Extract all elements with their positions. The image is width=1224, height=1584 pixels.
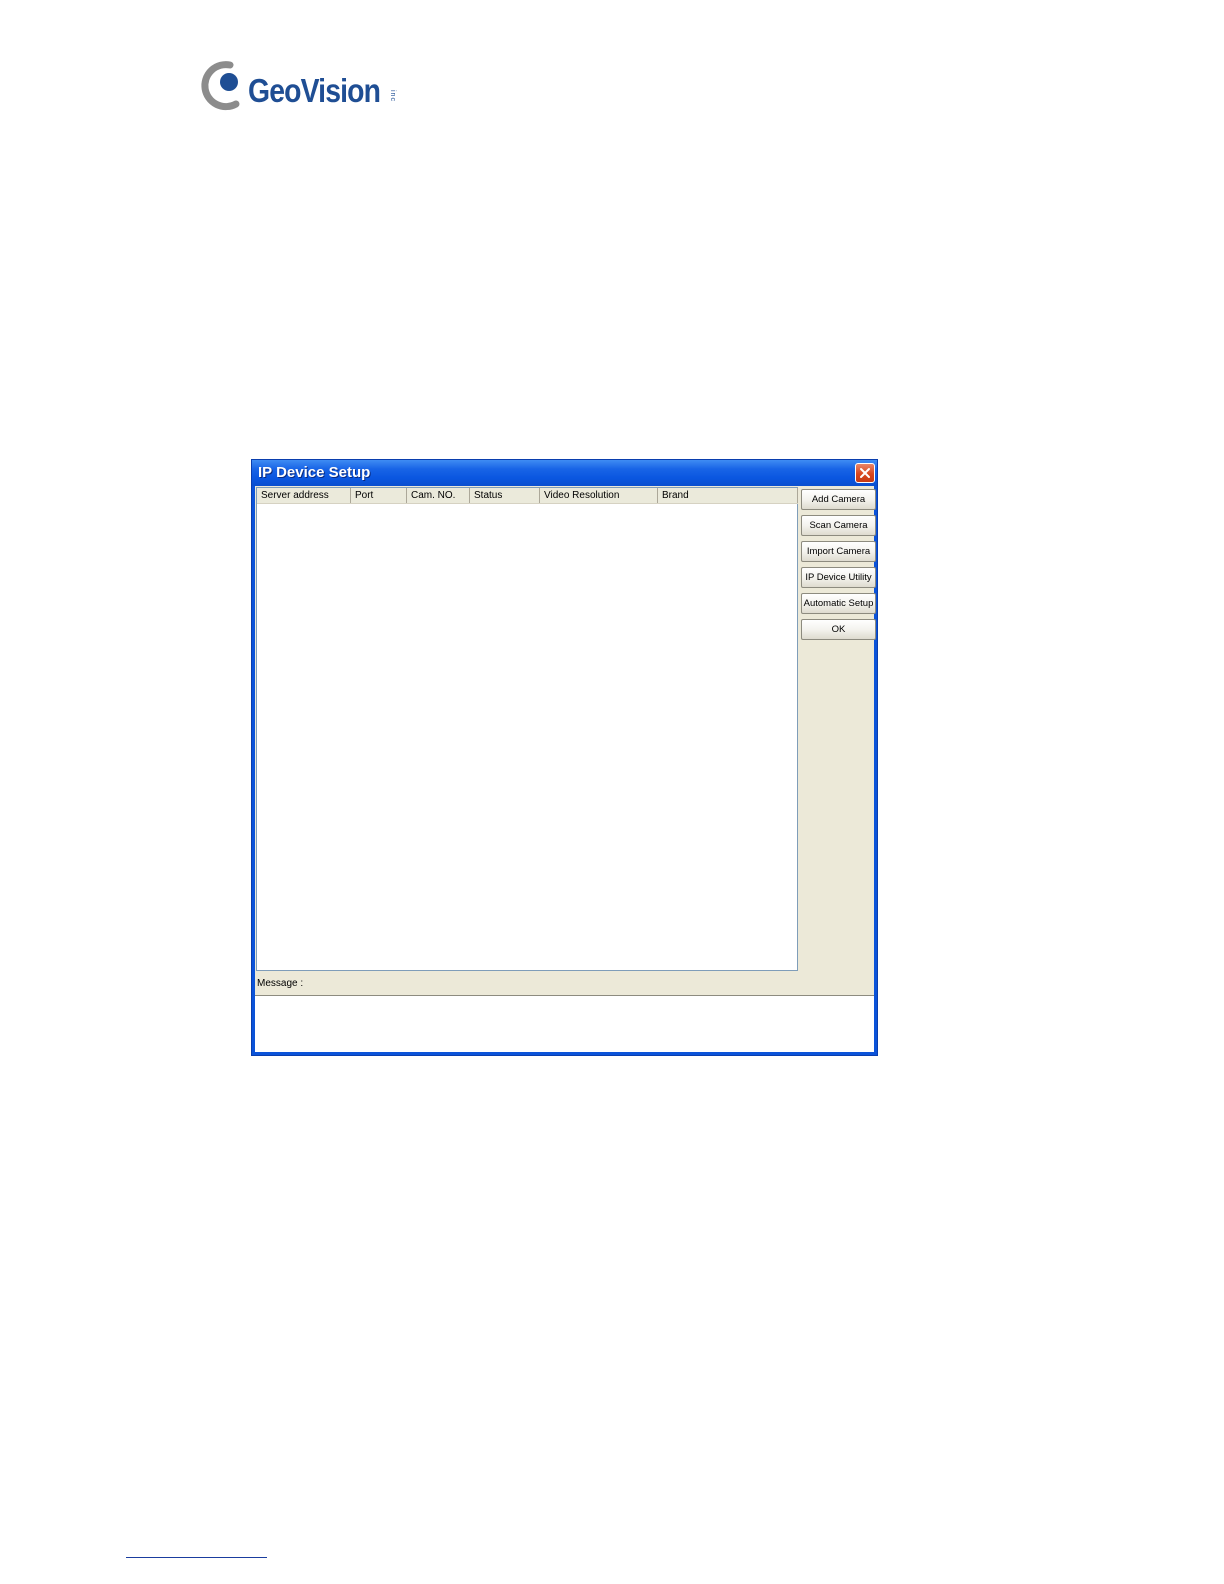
column-header-server-address[interactable]: Server address <box>257 488 351 503</box>
ip-device-setup-window: IP Device Setup Server address Port Cam.… <box>251 459 878 1056</box>
automatic-setup-button[interactable]: Automatic Setup <box>801 593 876 614</box>
column-header-port[interactable]: Port <box>351 488 407 503</box>
window-client-area: Server address Port Cam. NO. Status Vide… <box>255 486 876 1052</box>
message-box[interactable] <box>255 995 874 1052</box>
message-label: Message : <box>257 978 304 989</box>
geovision-logo-mark-icon <box>201 61 240 111</box>
ok-button[interactable]: OK <box>801 619 876 640</box>
import-camera-button[interactable]: Import Camera <box>801 541 876 562</box>
logo-suffix: inc <box>389 90 396 102</box>
close-button[interactable] <box>855 463 875 483</box>
scan-camera-button[interactable]: Scan Camera <box>801 515 876 536</box>
column-header-status[interactable]: Status <box>470 488 540 503</box>
column-header-cam-no[interactable]: Cam. NO. <box>407 488 470 503</box>
geovision-logo: GeoVision inc <box>200 60 410 116</box>
column-header-brand[interactable]: Brand <box>658 488 798 503</box>
title-bar[interactable]: IP Device Setup <box>252 460 877 486</box>
add-camera-button[interactable]: Add Camera <box>801 489 876 510</box>
device-list-header: Server address Port Cam. NO. Status Vide… <box>257 488 798 504</box>
ip-device-utility-button[interactable]: IP Device Utility <box>801 567 876 588</box>
window-title: IP Device Setup <box>258 464 371 481</box>
action-buttons: Add Camera Scan Camera Import Camera IP … <box>801 489 876 640</box>
footer-divider <box>126 1557 267 1558</box>
close-icon <box>860 468 870 478</box>
column-header-video-resolution[interactable]: Video Resolution <box>540 488 658 503</box>
device-list[interactable]: Server address Port Cam. NO. Status Vide… <box>256 487 798 971</box>
logo-wordmark: GeoVision <box>248 72 381 109</box>
